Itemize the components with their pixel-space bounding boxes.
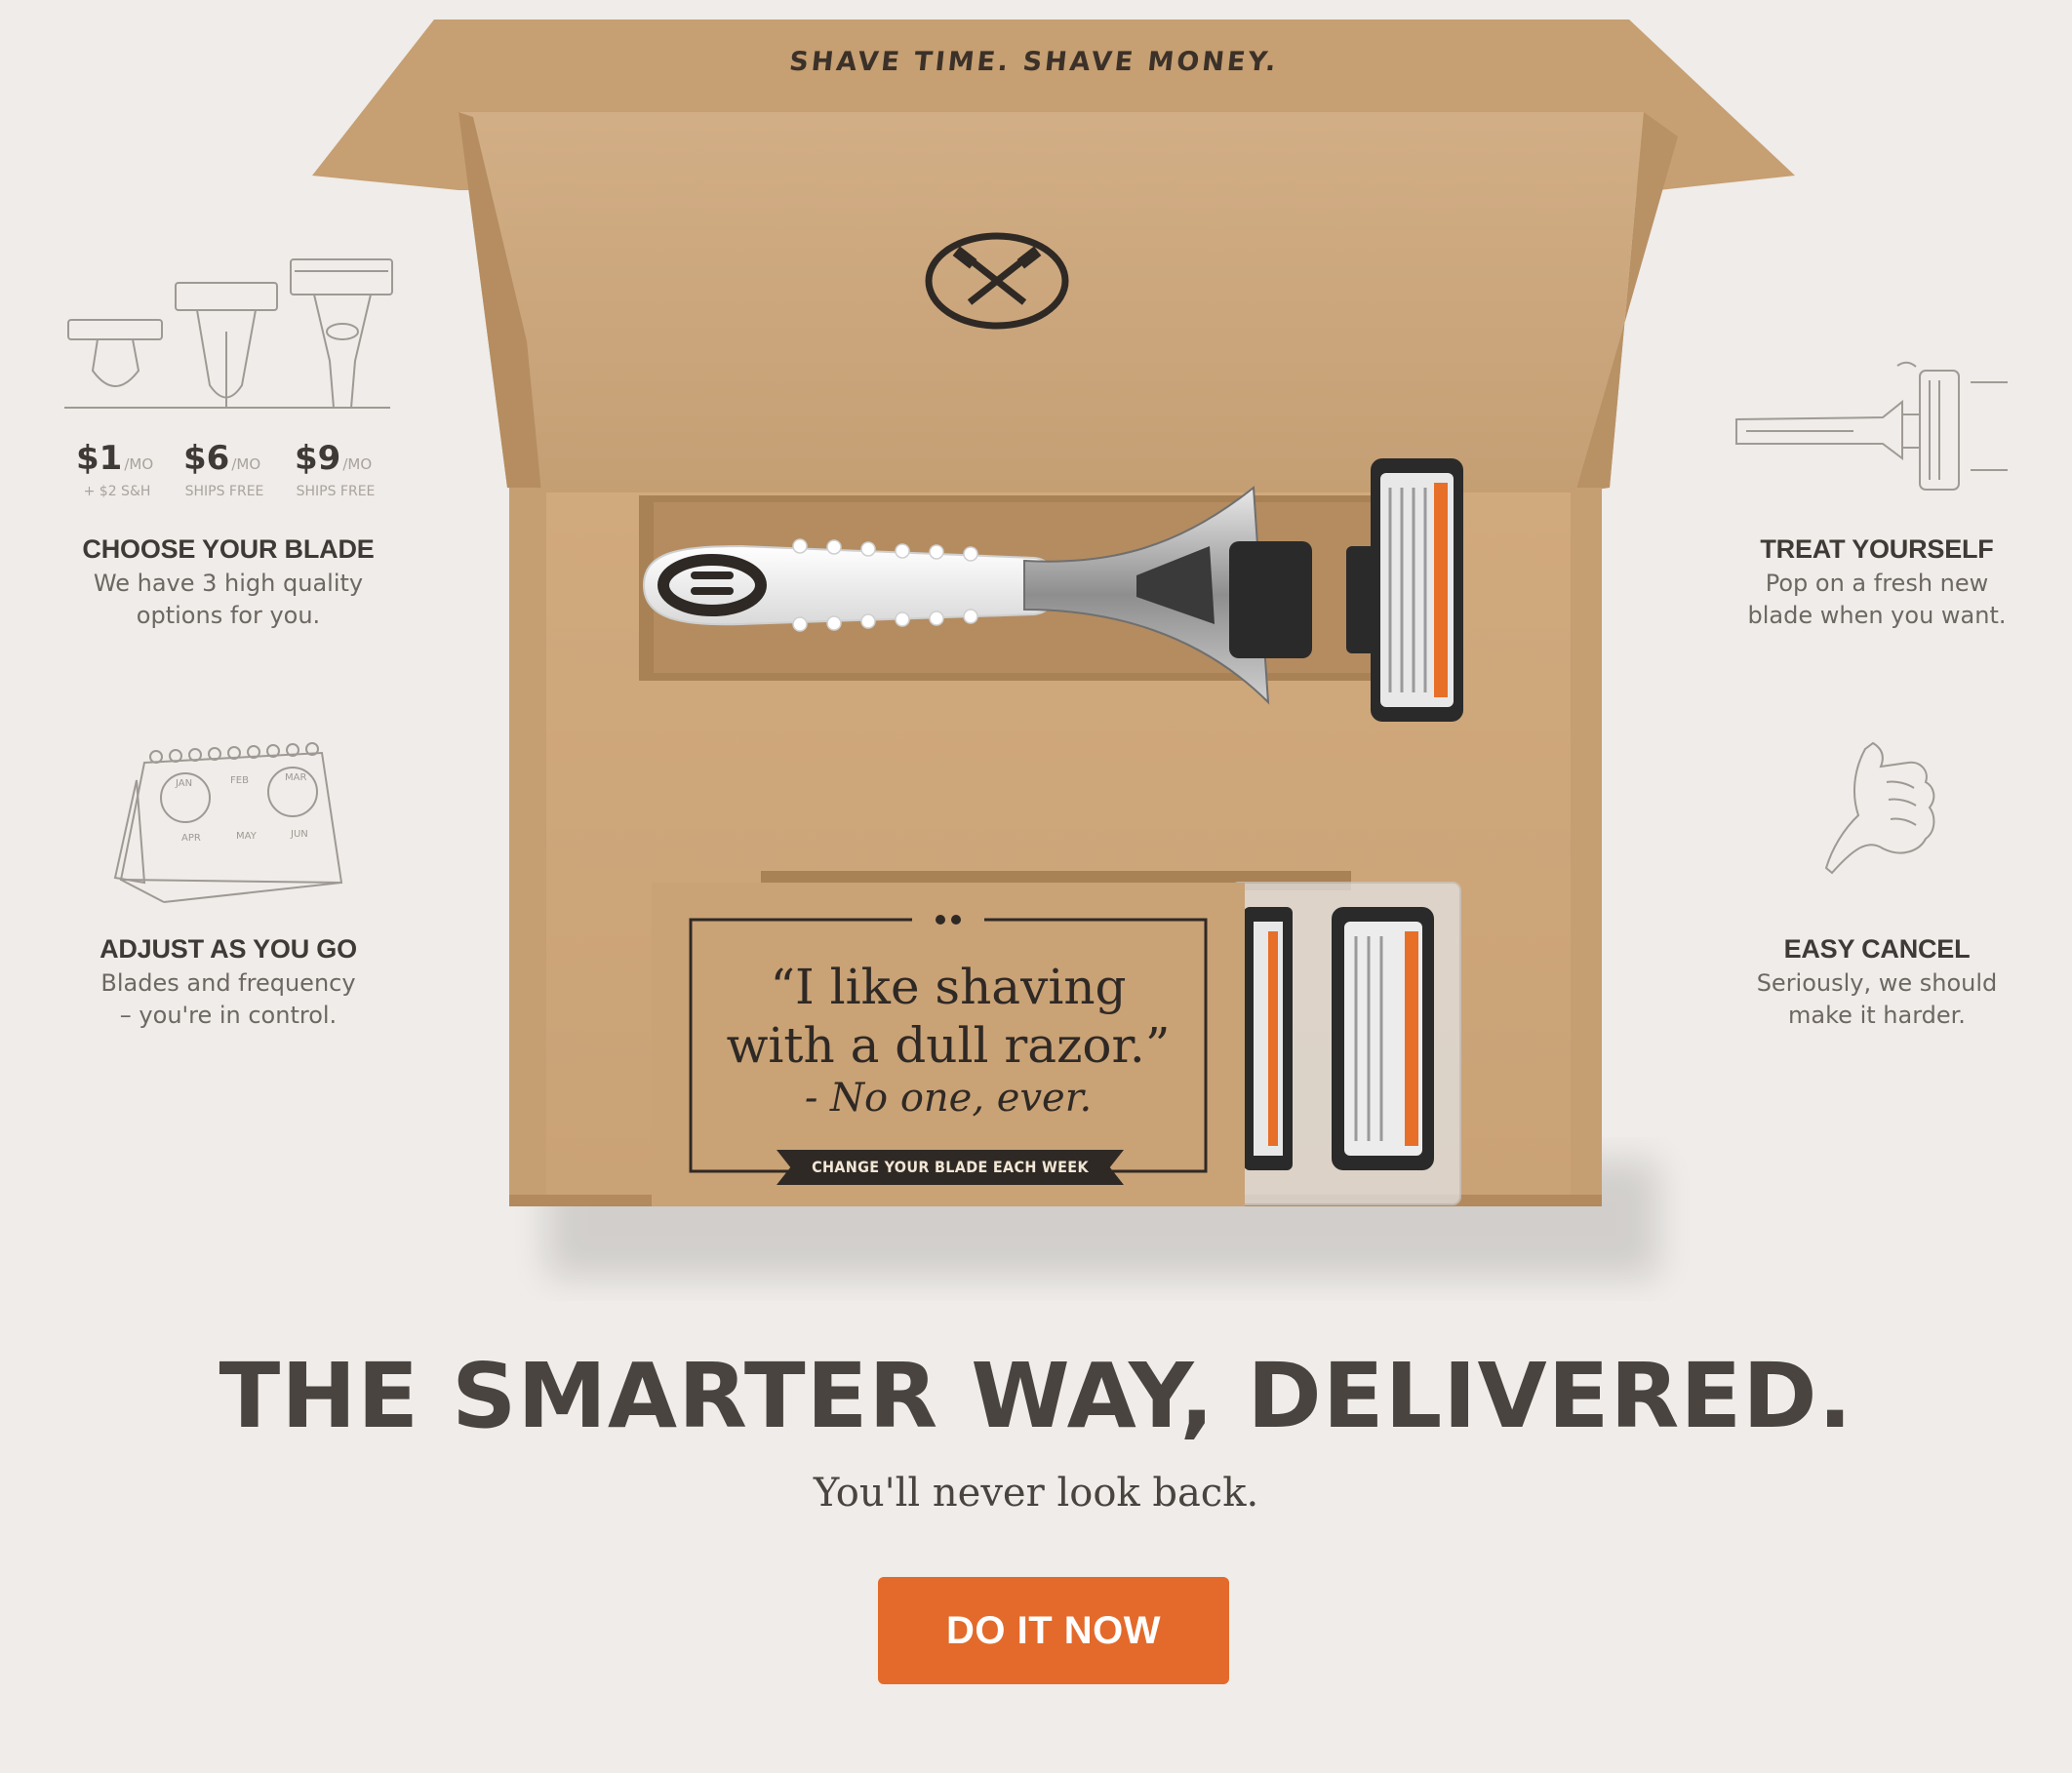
svg-text:APR: APR [181, 833, 201, 844]
price-unit: /MO [342, 455, 373, 473]
desc-line: – you're in control. [119, 1002, 338, 1029]
easy-cancel-title: EASY CANCEL [1783, 934, 1971, 964]
price-unit: /MO [124, 455, 154, 473]
quote-author: - No one, ever. [804, 1076, 1093, 1121]
svg-text:MAR: MAR [285, 772, 306, 783]
hero-headline: THE SMARTER WAY, DELIVERED. [219, 1344, 1853, 1448]
quote-text: “I like shaving with a dull razor.” [695, 958, 1202, 1075]
hero-subhead: You'll never look back. [813, 1471, 1259, 1516]
quote-line-1: “I like shaving [770, 959, 1127, 1015]
choose-blade-desc: We have 3 high quality options for you. [23, 568, 433, 632]
price-note: SHIPS FREE [184, 484, 264, 499]
thumbs-up-icon [1824, 741, 1935, 875]
desc-line: options for you. [136, 602, 321, 629]
box-slogan: SHAVE TIME. SHAVE MONEY. [787, 47, 1281, 77]
svg-text:JUN: JUN [290, 829, 308, 840]
price-tier-3: $9/MO [295, 439, 372, 478]
price-tier-2: $6/MO [183, 439, 260, 478]
treat-yourself-title: TREAT YOURSELF [1760, 534, 1994, 564]
price-amount: $1 [76, 439, 123, 478]
spare-cartridges [1230, 882, 1461, 1205]
treat-yourself-desc: Pop on a fresh new blade when you want. [1672, 568, 2072, 632]
razor-lineup-icon [64, 258, 393, 409]
price-amount: $9 [295, 439, 341, 478]
razor-cartridge-icon [1735, 361, 2008, 491]
adjust-title: ADJUST AS YOU GO [100, 934, 357, 964]
price-tier-1: $1/MO [76, 439, 153, 478]
price-amount: $6 [183, 439, 230, 478]
price-note: SHIPS FREE [296, 484, 376, 499]
calendar-months: JAN FEB MAR APR MAY JUN [175, 772, 308, 844]
choose-blade-title: CHOOSE YOUR BLADE [82, 534, 375, 564]
desc-line: blade when you want. [1747, 602, 2007, 629]
price-unit: /MO [231, 455, 261, 473]
desc-line: Pop on a fresh new [1765, 570, 1989, 597]
easy-cancel-desc: Seriously, we should make it harder. [1672, 967, 2072, 1032]
desc-line: We have 3 high quality [93, 570, 364, 597]
calendar-icon [113, 742, 343, 903]
desc-line: Seriously, we should [1756, 969, 1998, 997]
desc-line: Blades and frequency [100, 969, 356, 997]
do-it-now-button[interactable]: DO IT NOW [878, 1577, 1229, 1684]
box-lid-inner [458, 112, 1644, 488]
adjust-desc: Blades and frequency – you're in control… [23, 967, 433, 1032]
desc-line: make it harder. [1788, 1002, 1966, 1029]
price-note: + $2 S&H [83, 484, 151, 499]
svg-text:FEB: FEB [230, 775, 249, 786]
svg-text:JAN: JAN [175, 778, 192, 789]
quote-banner: CHANGE YOUR BLADE EACH WEEK [777, 1150, 1124, 1185]
svg-text:MAY: MAY [236, 831, 258, 842]
quote-line-2: with a dull razor.” [726, 1017, 1171, 1074]
